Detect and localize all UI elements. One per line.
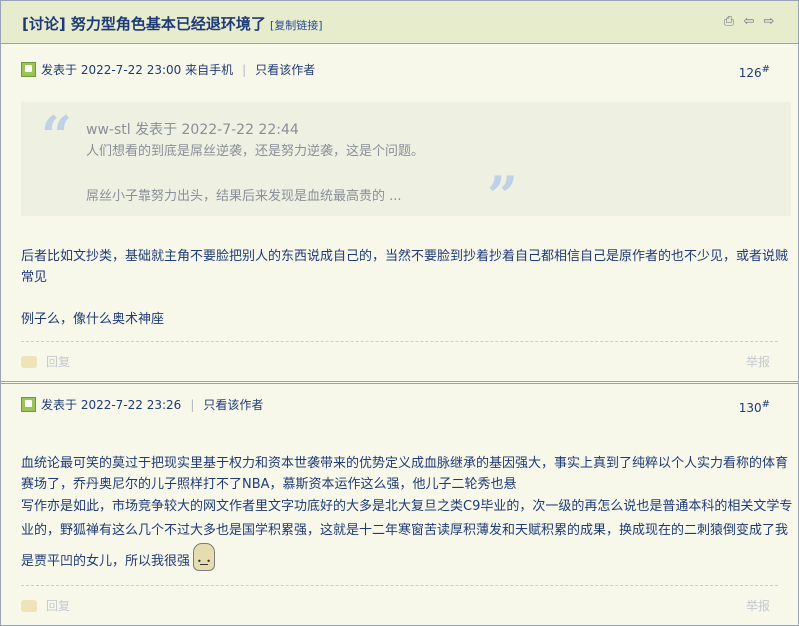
reply-button[interactable]: 回复 — [21, 353, 70, 370]
quote-open-icon: “ — [41, 104, 73, 168]
post-time: 发表于 2022-7-22 23:00 来自手机 — [41, 63, 234, 77]
post-paragraph: 血统论最可笑的莫过于把现实里基于权力和资本世袭带来的优势定义成血脉继承的基因强大… — [21, 456, 789, 492]
reply-icon — [21, 599, 37, 612]
thread-title: [讨论] 努力型角色基本已经退环境了 [复制链接] — [22, 13, 323, 34]
prev-thread-icon[interactable]: ⇦ — [742, 15, 756, 29]
thread-title-bar: [讨论] 努力型角色基本已经退环境了 [复制链接] ⎙ ⇦ ⇨ — [1, 1, 798, 44]
thread-title-text: [讨论] 努力型角色基本已经退环境了 — [22, 15, 266, 33]
post-meta: 发表于 2022-7-22 23:26 | 只看该作者 — [21, 396, 263, 413]
thread-toolbar: ⎙ ⇦ ⇨ — [722, 15, 776, 29]
reply-icon — [21, 355, 37, 368]
reply-button[interactable]: 回复 — [21, 597, 70, 614]
user-online-icon — [21, 62, 36, 77]
quote-line: 屌丝小子靠努力出头，结果后来发现是血统最高贵的 ... — [86, 189, 402, 204]
report-button[interactable]: 举报 — [746, 353, 770, 370]
divider — [21, 585, 778, 586]
floor-value: 126 — [738, 66, 762, 80]
reply-label: 回复 — [46, 599, 71, 613]
post-time: 发表于 2022-7-22 23:26 — [41, 398, 182, 412]
print-icon[interactable]: ⎙ — [722, 15, 736, 29]
floor-value: 130 — [738, 401, 762, 415]
reply-label: 回复 — [46, 355, 71, 369]
post-paragraph-with-smiley: 写作亦是如此，市场竞争较大的网文作者里文字功底好的大多是北大复旦之类C9毕业的，… — [21, 495, 793, 574]
floor-number[interactable]: 126# — [739, 64, 770, 80]
post-paragraph: 写作亦是如此，市场竞争较大的网文作者里文字功底好的大多是北大复旦之类C9毕业的，… — [21, 499, 793, 569]
floor-number[interactable]: 130# — [739, 399, 770, 415]
only-author-link[interactable]: 只看该作者 — [255, 61, 315, 78]
forum-thread-frame: [讨论] 努力型角色基本已经退环境了 [复制链接] ⎙ ⇦ ⇨ 发表于 2022-… — [0, 0, 799, 626]
divider — [21, 341, 778, 342]
post-paragraph: 后者比如文抄类，基础就主角不要脸把别人的东西说成自己的，当然不要脸到抄着抄着自己… — [21, 249, 789, 285]
post-meta: 发表于 2022-7-22 23:00 来自手机 | 只看该作者 — [21, 61, 315, 78]
user-online-icon — [21, 397, 36, 412]
post-126: 发表于 2022-7-22 23:00 来自手机 | 只看该作者 126# “ … — [1, 44, 798, 381]
copy-link-button[interactable]: [复制链接] — [270, 19, 323, 32]
floor-mark: # — [761, 399, 770, 410]
quote-block: “ ww-stl 发表于 2022-7-22 22:44 人们想看的到底是屌丝逆… — [21, 102, 791, 226]
floor-mark: # — [761, 64, 770, 75]
post-paragraph: 例子么，像什么奥术神座 — [21, 312, 165, 327]
quote-close-icon: ” — [487, 164, 519, 228]
only-author-link[interactable]: 只看该作者 — [203, 396, 263, 413]
quote-line: 人们想看的到底是屌丝逆袭，还是努力逆袭，这是个问题。 — [86, 144, 425, 159]
next-thread-icon[interactable]: ⇨ — [762, 15, 776, 29]
smiley-emoticon-icon — [193, 543, 216, 574]
quote-author-line: ww-stl 发表于 2022-7-22 22:44 — [86, 122, 299, 138]
meta-divider: | — [190, 397, 195, 412]
meta-divider: | — [242, 62, 247, 77]
post-130: 发表于 2022-7-22 23:26 | 只看该作者 130# 血统论最可笑的… — [1, 383, 798, 626]
post-separator — [1, 381, 798, 382]
report-button[interactable]: 举报 — [746, 597, 770, 614]
